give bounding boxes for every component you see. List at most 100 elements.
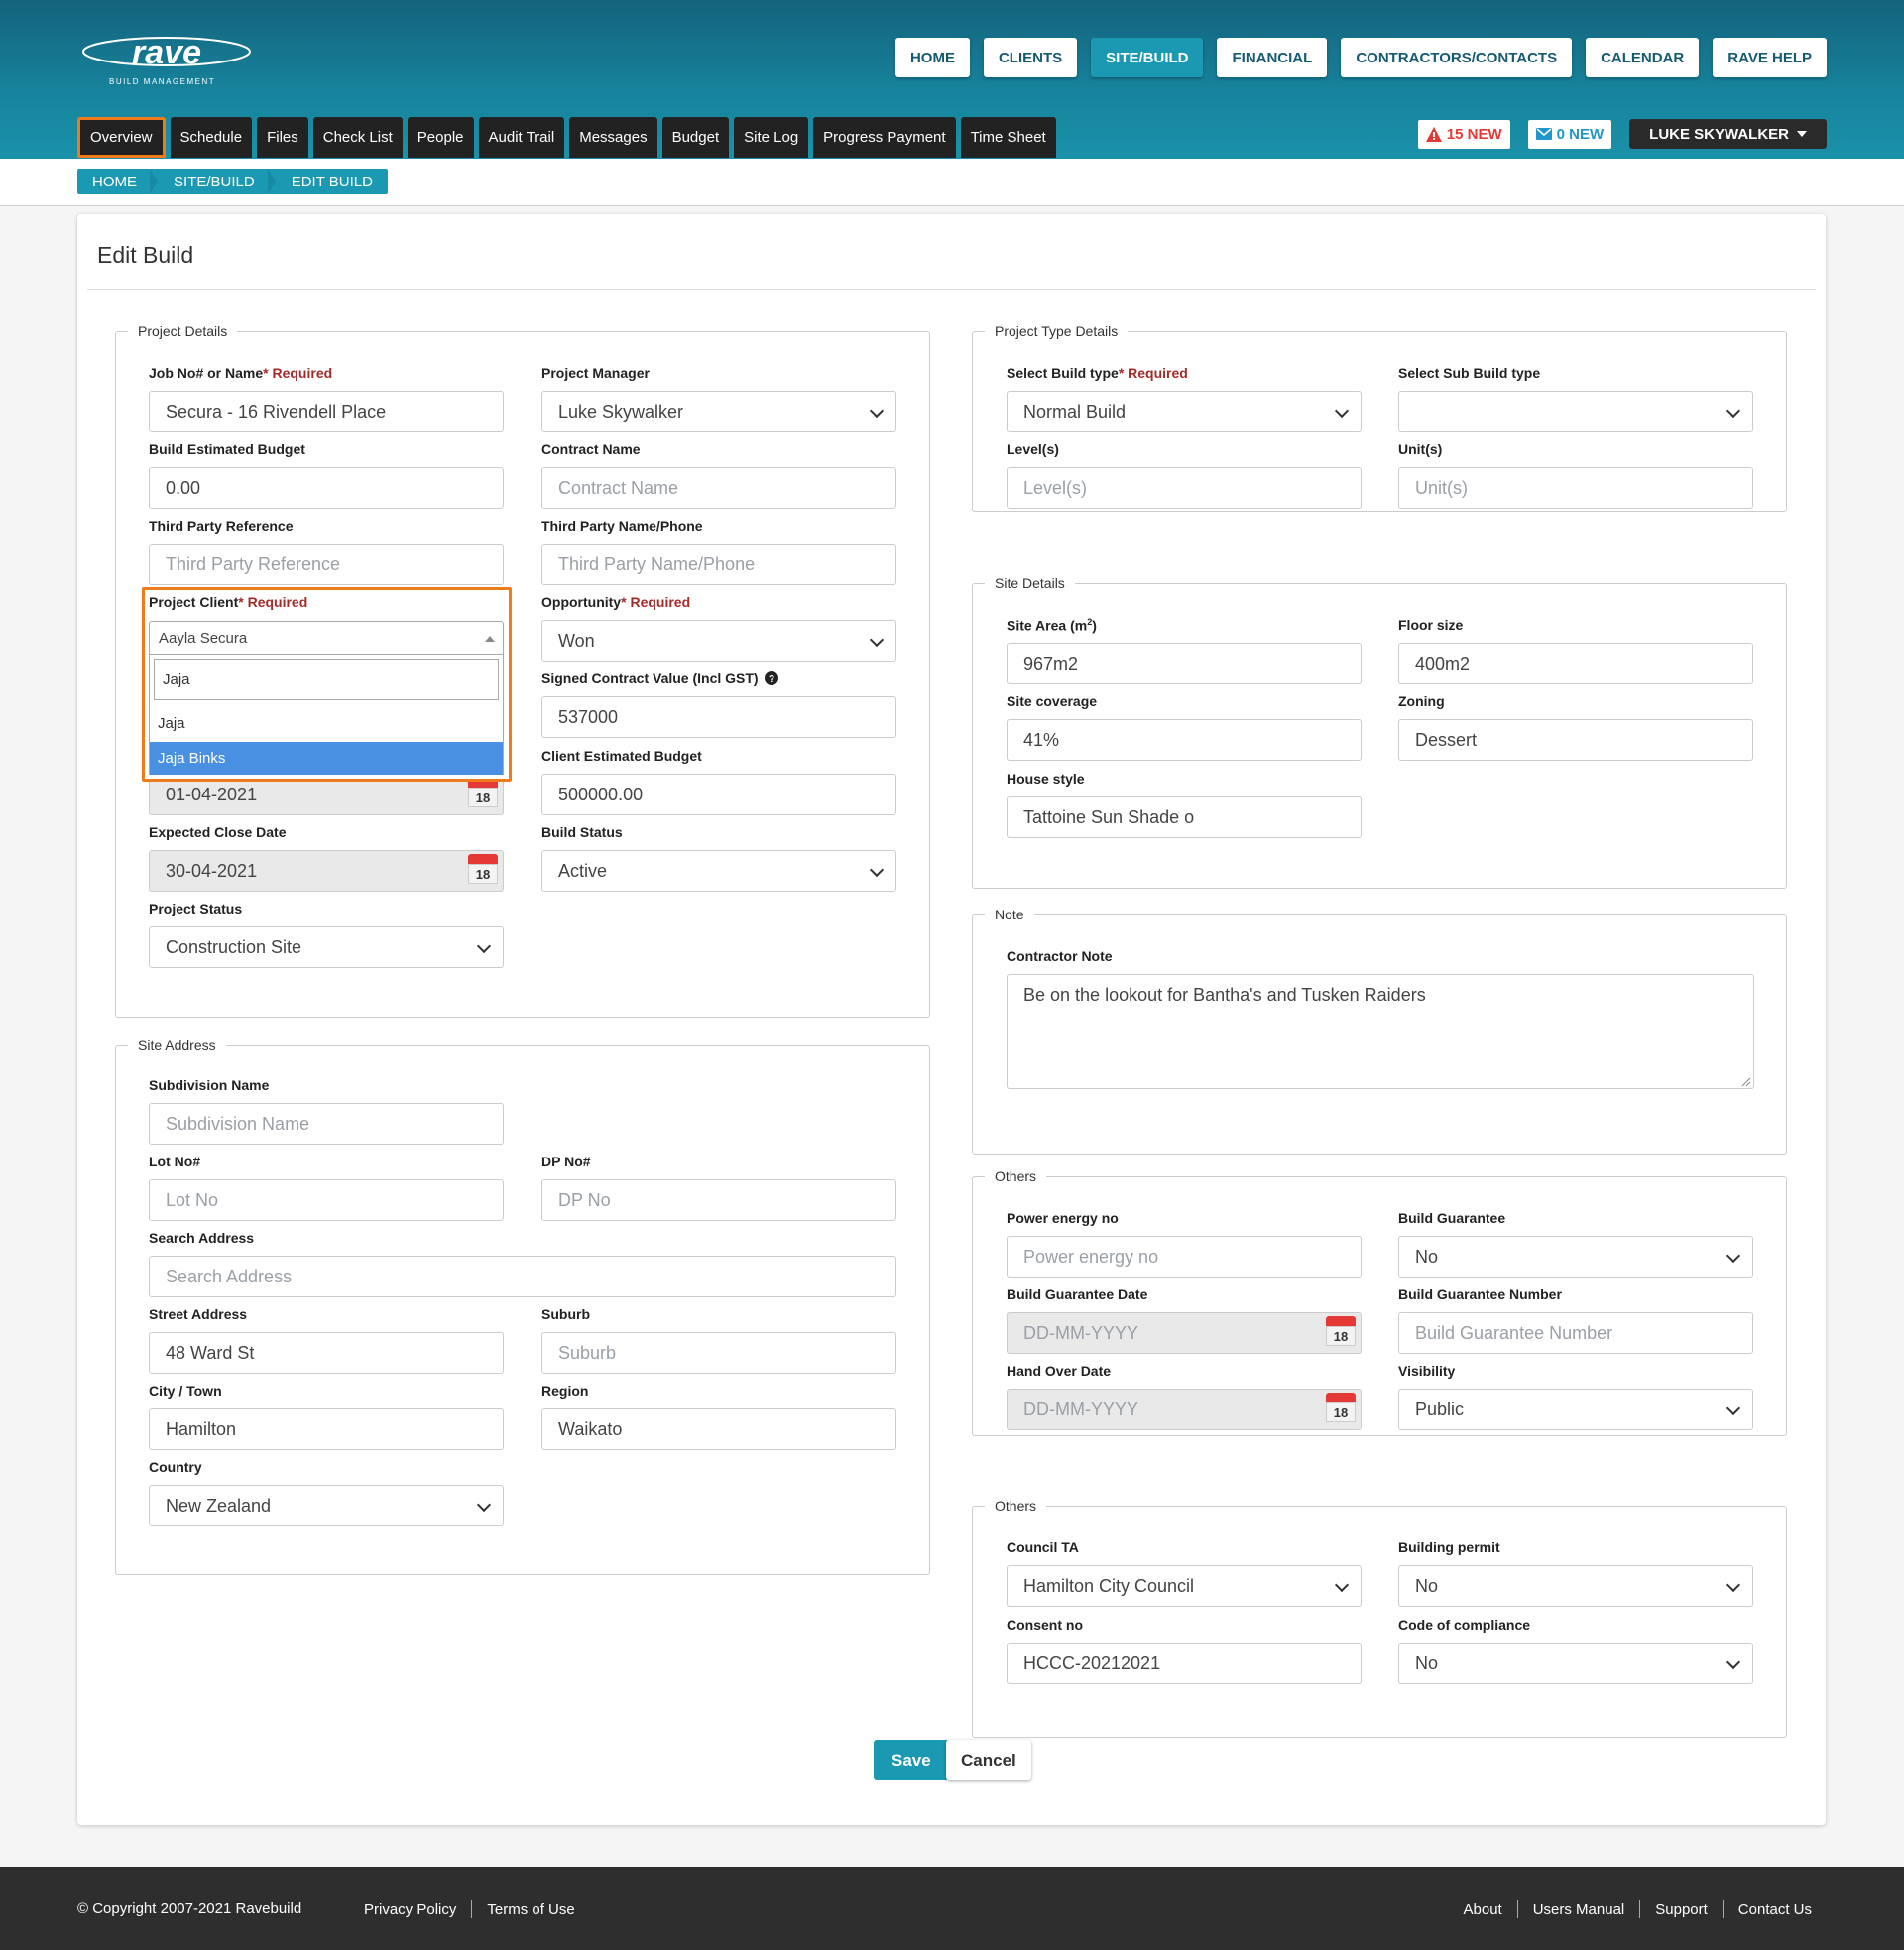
client-highlight-border — [142, 587, 512, 782]
cancel-button[interactable]: Cancel — [946, 1740, 1031, 1780]
support-link[interactable]: Support — [1655, 1901, 1708, 1918]
signed-contract-input[interactable]: 537000 — [541, 696, 896, 738]
tab-people[interactable]: People — [407, 117, 474, 158]
tab-messages[interactable]: Messages — [569, 117, 657, 158]
client-budget-input[interactable]: 500000.00 — [541, 774, 896, 815]
build-guarantee-select[interactable]: No — [1398, 1236, 1753, 1278]
messages-badge[interactable]: 0 NEW — [1527, 119, 1612, 149]
dp-input[interactable]: DP No — [541, 1179, 896, 1221]
privacy-policy-link[interactable]: Privacy Policy — [364, 1901, 456, 1918]
tab-schedule[interactable]: Schedule — [170, 117, 253, 158]
house-style-label: House style — [1007, 771, 1085, 787]
house-style-input[interactable]: Tattoine Sun Shade o — [1007, 796, 1362, 838]
warning-icon — [1425, 126, 1442, 142]
nav-calendar[interactable]: CALENDAR — [1586, 38, 1700, 77]
job-name-input[interactable]: Secura - 16 Rivendell Place — [149, 391, 504, 432]
project-manager-select[interactable]: Luke Skywalker — [541, 391, 896, 432]
consent-no-label: Consent no — [1007, 1617, 1083, 1633]
code-of-compliance-select[interactable]: No — [1398, 1643, 1753, 1684]
footer-divider — [1722, 1900, 1724, 1918]
third-party-ref-label: Third Party Reference — [149, 518, 294, 534]
floor-size-input[interactable]: 400m2 — [1398, 643, 1753, 684]
site-area-input[interactable]: 967m2 — [1007, 643, 1362, 684]
client-budget-label: Client Estimated Budget — [541, 748, 702, 764]
nav-contractors-contacts[interactable]: CONTRACTORS/CONTACTS — [1341, 38, 1573, 77]
resize-handle-icon[interactable] — [1741, 1077, 1751, 1087]
user-menu-button[interactable]: LUKE SKYWALKER — [1629, 119, 1827, 149]
tab-site-log[interactable]: Site Log — [734, 117, 809, 158]
city-input[interactable]: Hamilton — [149, 1408, 504, 1450]
sub-build-type-select[interactable] — [1398, 391, 1753, 432]
footer-divider — [1516, 1900, 1518, 1918]
contractor-note-label: Contractor Note — [1007, 948, 1113, 964]
street-input[interactable]: 48 Ward St — [149, 1332, 504, 1374]
country-label: Country — [149, 1459, 202, 1475]
power-energy-input[interactable]: Power energy no — [1007, 1236, 1362, 1278]
breadcrumb-site-build[interactable]: SITE/BUILD — [152, 169, 276, 194]
build-budget-input[interactable]: 0.00 — [149, 467, 504, 509]
zoning-input[interactable]: Dessert — [1398, 719, 1753, 761]
site-coverage-input[interactable]: 41% — [1007, 719, 1362, 761]
header-alerts: 15 NEW 0 NEW LUKE SKYWALKER — [1417, 119, 1827, 149]
region-input[interactable]: Waikato — [541, 1408, 896, 1450]
tab-audit-trail[interactable]: Audit Trail — [478, 117, 565, 158]
tab-overview[interactable]: Overview — [77, 117, 166, 158]
users-manual-link[interactable]: Users Manual — [1533, 1901, 1625, 1918]
project-details-legend: Project Details — [138, 323, 228, 339]
units-input[interactable]: Unit(s) — [1398, 467, 1753, 509]
contact-us-link[interactable]: Contact Us — [1738, 1901, 1812, 1918]
tab-files[interactable]: Files — [257, 117, 308, 158]
suburb-label: Suburb — [541, 1306, 590, 1322]
search-address-label: Search Address — [149, 1230, 255, 1246]
hand-over-date-input[interactable]: DD-MM-YYYY 18 — [1007, 1389, 1362, 1430]
terms-of-use-link[interactable]: Terms of Use — [487, 1901, 574, 1918]
nav-home[interactable]: HOME — [894, 38, 970, 77]
tab-time-sheet[interactable]: Time Sheet — [960, 117, 1056, 158]
others-council-legend: Others — [995, 1498, 1037, 1514]
tab-budget[interactable]: Budget — [661, 117, 730, 158]
job-label: Job No# or Name* Required — [149, 365, 333, 381]
calendar-icon[interactable]: 18 — [1324, 1393, 1358, 1426]
nav-rave-help[interactable]: RAVE HELP — [1713, 38, 1827, 77]
third-party-name-input[interactable]: Third Party Name/Phone — [541, 544, 896, 585]
breadcrumb-home[interactable]: HOME — [77, 169, 158, 194]
suburb-input[interactable]: Suburb — [541, 1332, 896, 1374]
help-icon[interactable]: ? — [764, 671, 778, 685]
building-permit-select[interactable]: No — [1398, 1565, 1753, 1607]
calendar-icon[interactable]: 18 — [1324, 1316, 1358, 1350]
save-button[interactable]: Save — [874, 1740, 949, 1780]
build-type-label: Select Build type* Required — [1007, 365, 1188, 381]
lot-input[interactable]: Lot No — [149, 1179, 504, 1221]
alerts-badge[interactable]: 15 NEW — [1417, 119, 1510, 149]
visibility-select[interactable]: Public — [1398, 1389, 1753, 1430]
nav-clients[interactable]: CLIENTS — [983, 38, 1078, 77]
subdivision-input[interactable]: Subdivision Name — [149, 1103, 504, 1145]
opportunity-select[interactable]: Won — [541, 620, 896, 662]
build-type-select[interactable]: Normal Build — [1007, 391, 1362, 432]
about-link[interactable]: About — [1464, 1901, 1502, 1918]
project-manager-label: Project Manager — [541, 365, 650, 381]
build-status-select[interactable]: Active — [541, 850, 896, 892]
floor-size-label: Floor size — [1398, 617, 1464, 633]
tab-check-list[interactable]: Check List — [312, 117, 403, 158]
contractor-note-textarea[interactable]: Be on the lookout for Bantha's and Tuske… — [1007, 974, 1754, 1089]
footer-divider — [1639, 1900, 1641, 1918]
levels-label: Level(s) — [1007, 441, 1059, 457]
nav-financial[interactable]: FINANCIAL — [1217, 38, 1328, 77]
guarantee-date-input[interactable]: DD-MM-YYYY 18 — [1007, 1312, 1362, 1354]
power-energy-label: Power energy no — [1007, 1210, 1119, 1226]
nav-site-build[interactable]: SITE/BUILD — [1091, 38, 1204, 77]
country-select[interactable]: New Zealand — [149, 1485, 504, 1526]
consent-no-input[interactable]: HCCC-20212021 — [1007, 1643, 1362, 1684]
guarantee-date-label: Build Guarantee Date — [1007, 1286, 1148, 1302]
third-party-ref-input[interactable]: Third Party Reference — [149, 544, 504, 585]
tab-progress-payment[interactable]: Progress Payment — [813, 117, 956, 158]
app-header: rave BUILD MANAGEMENT HOME CLIENTS SITE/… — [0, 0, 1904, 159]
council-ta-label: Council TA — [1007, 1539, 1079, 1555]
levels-input[interactable]: Level(s) — [1007, 467, 1362, 509]
search-address-input[interactable]: Search Address — [149, 1256, 896, 1297]
guarantee-number-input[interactable]: Build Guarantee Number — [1398, 1312, 1753, 1354]
breadcrumb-edit-build[interactable]: EDIT BUILD — [270, 169, 388, 194]
contract-name-input[interactable]: Contract Name — [541, 467, 896, 509]
council-ta-select[interactable]: Hamilton City Council — [1007, 1565, 1362, 1607]
